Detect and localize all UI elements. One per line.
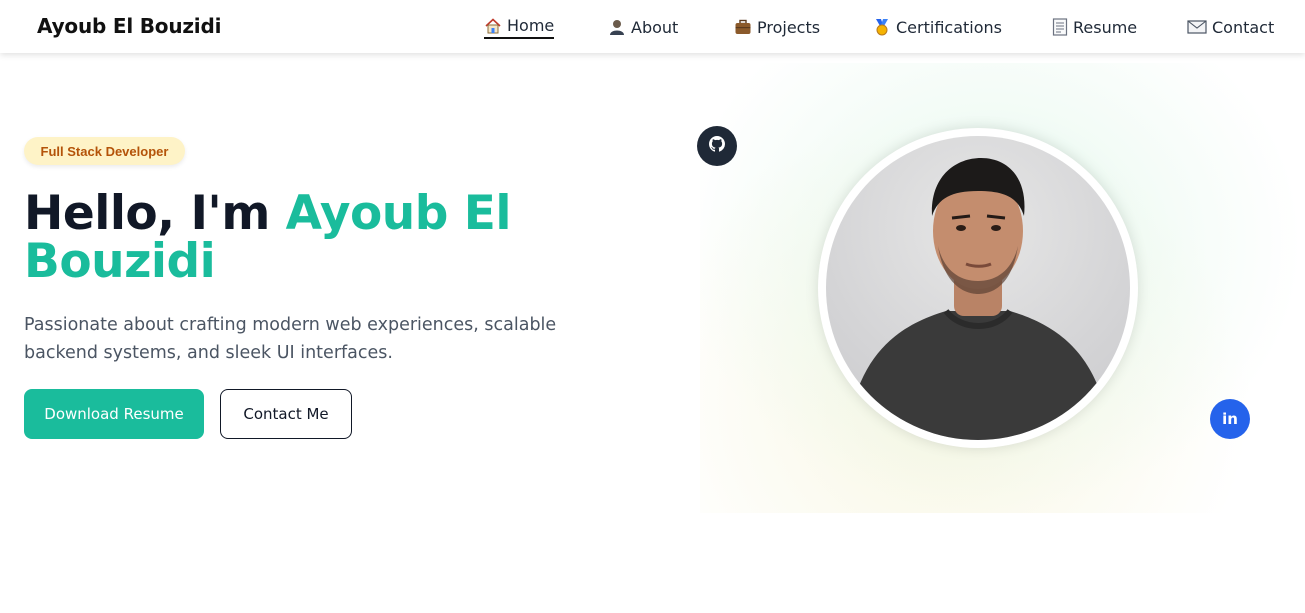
document-icon: [1052, 18, 1068, 36]
nav-contact[interactable]: Contact: [1187, 14, 1274, 40]
nav-projects-label: Projects: [757, 17, 821, 37]
nav-about[interactable]: About: [608, 14, 678, 40]
brand-name[interactable]: Ayoub El Bouzidi: [37, 14, 221, 38]
person-icon: [608, 18, 626, 36]
hero-headline: Hello, I'm Ayoub El Bouzidi: [24, 190, 584, 286]
hero-tagline: Passionate about crafting modern web exp…: [24, 315, 557, 363]
house-icon: [484, 17, 502, 35]
nav-home-label: Home: [507, 16, 555, 35]
linkedin-icon: in: [1222, 410, 1238, 428]
nav-contact-label: Contact: [1212, 17, 1275, 37]
profile-photo: [826, 136, 1130, 440]
nav-about-label: About: [631, 17, 679, 37]
person-photo-illustration: [846, 158, 1111, 440]
github-icon: [709, 135, 725, 157]
linkedin-link[interactable]: in: [1210, 399, 1250, 439]
navbar: Ayoub El Bouzidi Home About Projects Cer…: [0, 0, 1305, 53]
headline-greeting: Hello, I'm: [24, 186, 286, 241]
contact-me-button[interactable]: Contact Me: [220, 389, 352, 439]
nav-certifications[interactable]: Certifications: [873, 14, 1002, 40]
nav-resume-label: Resume: [1073, 17, 1138, 37]
github-link[interactable]: [697, 126, 737, 166]
briefcase-icon: [734, 18, 752, 36]
nav-resume[interactable]: Resume: [1052, 14, 1137, 40]
role-badge: Full Stack Developer: [24, 137, 185, 165]
download-resume-button[interactable]: Download Resume: [24, 389, 204, 439]
nav-home[interactable]: Home: [484, 14, 555, 39]
nav-certifications-label: Certifications: [896, 17, 1002, 37]
envelope-icon: [1187, 19, 1207, 35]
nav-projects[interactable]: Projects: [734, 14, 820, 40]
medal-icon: [873, 18, 891, 36]
